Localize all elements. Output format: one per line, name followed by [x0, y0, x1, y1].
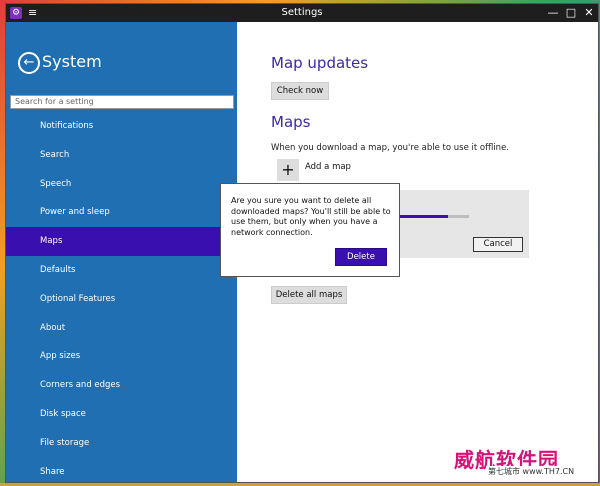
- delete-button[interactable]: Delete: [335, 248, 387, 266]
- sidebar-nav: Notifications Search Speech Power and sleep…: [6, 112, 237, 486]
- download-progress-fill: [399, 215, 448, 218]
- sidebar-item-optional-features[interactable]: Optional Features: [6, 285, 237, 314]
- sidebar-item-search[interactable]: Search: [6, 141, 237, 170]
- sidebar-item-share[interactable]: Share: [6, 458, 237, 486]
- sidebar: ← System Search for a setting Notificati…: [6, 22, 237, 482]
- back-arrow-icon[interactable]: ←: [18, 52, 40, 74]
- window-title: Settings: [281, 7, 323, 18]
- sidebar-item-about[interactable]: About: [6, 314, 237, 343]
- watermark-subtext: 第七城市 www.TH7.CN: [486, 466, 577, 477]
- maps-description: When you download a map, you're able to …: [271, 143, 509, 153]
- check-now-button[interactable]: Check now: [271, 82, 329, 100]
- download-progress-bar: [399, 215, 469, 218]
- cancel-button[interactable]: Cancel: [473, 237, 523, 252]
- page-title: System: [42, 52, 102, 71]
- search-input[interactable]: Search for a setting: [10, 95, 234, 109]
- sidebar-item-power-and-sleep[interactable]: Power and sleep: [6, 198, 237, 227]
- sidebar-item-defaults[interactable]: Defaults: [6, 256, 237, 285]
- maps-heading: Maps: [271, 113, 311, 131]
- minimize-button[interactable]: —: [544, 6, 562, 19]
- sidebar-item-file-storage[interactable]: File storage: [6, 429, 237, 458]
- sidebar-item-maps[interactable]: Maps: [6, 227, 237, 256]
- sidebar-item-disk-space[interactable]: Disk space: [6, 400, 237, 429]
- confirm-delete-dialog: Are you sure you want to delete all down…: [220, 183, 400, 277]
- title-bar: ⚙ ≡ Settings — □ ✕: [6, 4, 598, 22]
- delete-all-maps-button[interactable]: Delete all maps: [271, 286, 347, 304]
- close-button[interactable]: ✕: [580, 6, 598, 19]
- maximize-button[interactable]: □: [562, 6, 580, 19]
- sidebar-item-speech[interactable]: Speech: [6, 170, 237, 199]
- sidebar-item-corners-and-edges[interactable]: Corners and edges: [6, 371, 237, 400]
- map-updates-heading: Map updates: [271, 54, 369, 72]
- sidebar-item-app-sizes[interactable]: App sizes: [6, 342, 237, 371]
- dialog-message: Are you sure you want to delete all down…: [231, 196, 391, 237]
- sidebar-item-notifications[interactable]: Notifications: [6, 112, 237, 141]
- add-map-label[interactable]: Add a map: [305, 162, 351, 172]
- plus-icon[interactable]: +: [277, 159, 299, 181]
- download-panel: Cancel: [399, 190, 529, 258]
